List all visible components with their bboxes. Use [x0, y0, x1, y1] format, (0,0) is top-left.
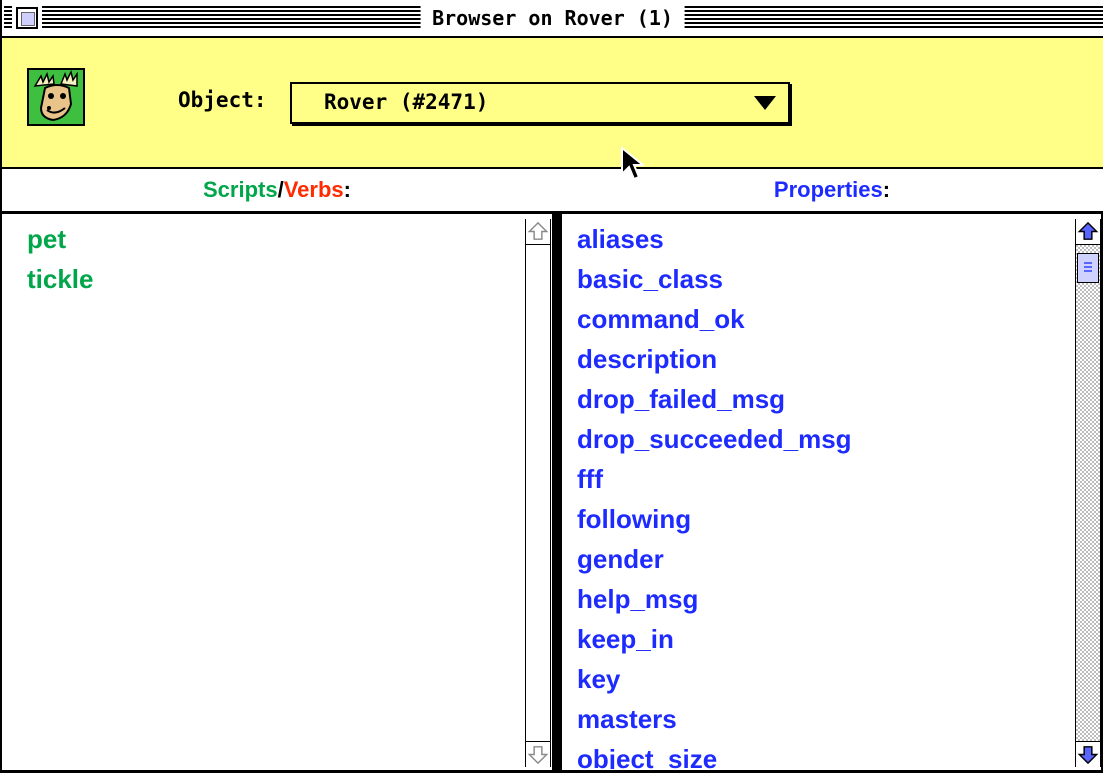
moose-icon [27, 68, 85, 126]
list-item[interactable]: basic_class [574, 259, 1074, 299]
list-item[interactable]: keep_in [574, 619, 1074, 659]
scroll-down-arrow-icon[interactable] [526, 741, 550, 767]
scripts-header-label: Scripts [203, 177, 278, 202]
list-item[interactable]: drop_succeeded_msg [574, 419, 1074, 459]
verbs-header-label: Verbs [283, 177, 344, 202]
object-dropdown-value: Rover (#2471) [324, 90, 489, 114]
properties-header: Properties: [562, 174, 1102, 206]
list-item[interactable]: drop_failed_msg [574, 379, 1074, 419]
properties-list[interactable]: aliases basic_class command_ok descripti… [574, 219, 1074, 769]
list-item[interactable]: pet [17, 219, 525, 259]
properties-scrollbar[interactable] [1075, 219, 1101, 767]
list-item[interactable]: aliases [574, 219, 1074, 259]
list-item[interactable]: key [574, 659, 1074, 699]
scripts-scrollbar[interactable] [525, 219, 551, 767]
scripts-list[interactable]: pet tickle [17, 219, 525, 766]
properties-header-label: Properties [773, 177, 883, 202]
window-title: Browser on Rover (1) [420, 6, 685, 30]
list-item[interactable]: command_ok [574, 299, 1074, 339]
object-header: Object: Rover (#2471) [2, 38, 1103, 181]
list-item[interactable]: tickle [17, 259, 525, 299]
object-label: Object: [178, 88, 267, 112]
scroll-up-arrow-icon[interactable] [526, 219, 550, 245]
pane-divider [552, 214, 562, 770]
scroll-up-arrow-icon[interactable] [1076, 219, 1100, 245]
close-box-icon[interactable] [16, 7, 38, 29]
list-item[interactable]: description [574, 339, 1074, 379]
list-item[interactable]: gender [574, 539, 1074, 579]
title-bar[interactable]: Browser on Rover (1) [2, 0, 1103, 38]
object-dropdown[interactable]: Rover (#2471) [290, 82, 790, 124]
thumb-grip-icon [1084, 262, 1092, 274]
browser-window: Browser on Rover (1) Object: Rover (#247… [0, 0, 1103, 773]
scroll-thumb[interactable] [1077, 253, 1099, 283]
chevron-down-icon [754, 96, 776, 110]
list-item[interactable]: help_msg [574, 579, 1074, 619]
scripts-verbs-header: Scripts/Verbs: [2, 174, 552, 206]
list-item[interactable]: object_size [574, 739, 1074, 769]
scripts-header-colon: : [343, 177, 351, 202]
scroll-down-arrow-icon[interactable] [1076, 741, 1100, 767]
close-box-inner [21, 12, 35, 26]
list-item[interactable]: masters [574, 699, 1074, 739]
list-item[interactable]: fff [574, 459, 1074, 499]
list-item[interactable]: following [574, 499, 1074, 539]
properties-header-colon: : [882, 177, 891, 202]
